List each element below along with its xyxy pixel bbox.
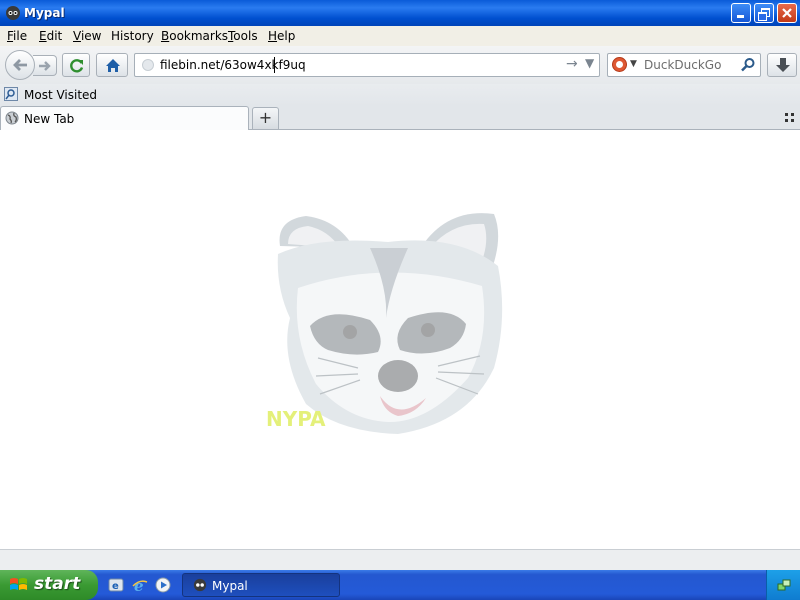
text-caret: [274, 57, 275, 73]
close-icon: [782, 8, 792, 18]
watermark-text: NYPA: [266, 407, 326, 431]
status-bar: [0, 549, 800, 570]
back-button[interactable]: [5, 50, 35, 80]
ie-settings-icon[interactable]: e: [108, 577, 124, 593]
go-arrow-icon[interactable]: →: [566, 56, 578, 72]
network-icon[interactable]: [776, 577, 792, 593]
tab-new-tab[interactable]: New Tab: [0, 106, 249, 130]
duckduckgo-icon[interactable]: [612, 57, 627, 72]
menu-edit[interactable]: Edit: [39, 29, 62, 43]
menu-bar: File Edit View History Bookmarks Tools H…: [0, 26, 800, 46]
windows-logo-icon: [10, 578, 27, 590]
close-button[interactable]: [777, 3, 797, 23]
search-engine-dropdown-icon[interactable]: ▼: [630, 59, 637, 69]
system-tray: [766, 570, 800, 600]
home-button[interactable]: [96, 53, 128, 77]
svg-text:e: e: [134, 577, 144, 593]
taskbar: start e e Mypal: [0, 570, 800, 600]
title-bar[interactable]: Mypal: [0, 0, 800, 26]
window-title: Mypal: [24, 6, 65, 20]
download-icon: [776, 58, 790, 72]
forward-arrow-icon: [39, 61, 51, 71]
globe-icon: [5, 111, 19, 125]
most-visited-icon: [4, 87, 18, 101]
menu-bookmarks[interactable]: Bookmarks: [161, 29, 228, 43]
restore-button[interactable]: [754, 3, 774, 23]
raccoon-face-image: NYPA: [266, 213, 503, 434]
most-visited-label: Most Visited: [24, 88, 98, 102]
navigation-toolbar: filebin.net/63ow4xkf9uq → ▼ ▼ DuckDuckGo: [0, 46, 800, 84]
tab-label: New Tab: [24, 112, 75, 126]
start-label: start: [34, 574, 81, 594]
globe-icon: [142, 59, 154, 71]
bookmarks-toolbar: Most Visited: [0, 84, 800, 106]
page-content: NYPA: [0, 130, 800, 549]
start-button[interactable]: start: [0, 570, 98, 600]
download-button[interactable]: [767, 53, 797, 77]
menu-history[interactable]: History: [111, 29, 154, 43]
reload-button[interactable]: [62, 53, 90, 77]
search-bar[interactable]: ▼ DuckDuckGo: [607, 53, 761, 77]
url-bar[interactable]: filebin.net/63ow4xkf9uq → ▼: [134, 53, 600, 77]
minimize-icon: [737, 15, 744, 18]
home-icon: [106, 59, 120, 72]
menu-tools[interactable]: Tools: [228, 29, 258, 43]
dropdown-icon[interactable]: ▼: [585, 56, 594, 70]
menu-help[interactable]: Help: [268, 29, 295, 43]
mypal-icon: [6, 6, 20, 20]
minimize-button[interactable]: [731, 3, 751, 23]
tab-strip: New Tab +: [0, 106, 800, 130]
reload-icon: [70, 59, 84, 73]
forward-button[interactable]: [33, 55, 57, 76]
list-all-tabs-icon[interactable]: [785, 113, 794, 122]
taskbar-item-label: Mypal: [212, 579, 248, 593]
menu-file[interactable]: File: [7, 29, 27, 43]
search-input[interactable]: DuckDuckGo: [644, 58, 721, 72]
search-icon[interactable]: [740, 57, 756, 73]
new-tab-button[interactable]: +: [252, 107, 279, 129]
url-text[interactable]: filebin.net/63ow4xkf9uq: [160, 58, 306, 72]
menu-view[interactable]: View: [73, 29, 101, 43]
taskbar-item-mypal[interactable]: Mypal: [182, 573, 340, 597]
svg-text:e: e: [112, 581, 119, 592]
back-arrow-icon: [13, 59, 27, 71]
media-player-icon[interactable]: [155, 577, 171, 593]
mypal-icon: [193, 578, 207, 592]
internet-explorer-icon[interactable]: e: [132, 577, 148, 593]
plus-icon: +: [258, 108, 273, 127]
